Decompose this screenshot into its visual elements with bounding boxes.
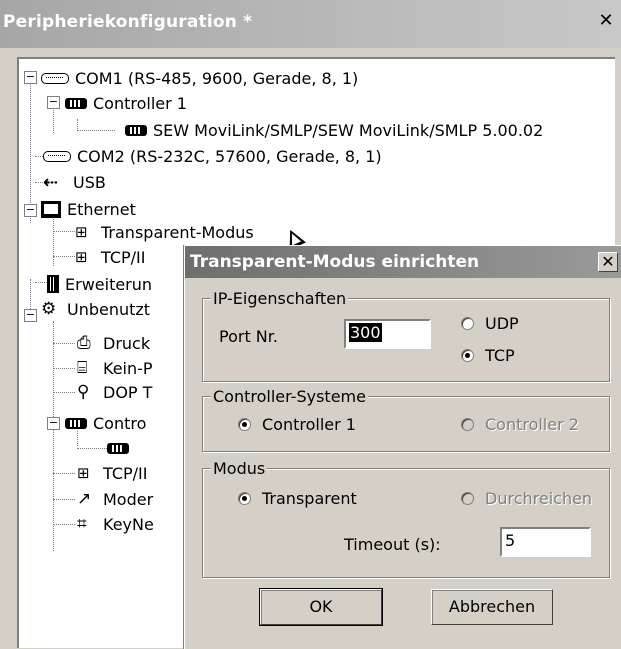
mode-group: Modus Transparent Durchreichen Timeout (…	[202, 459, 610, 578]
controller-icon	[107, 442, 129, 454]
tree-item-expansion[interactable]: Erweiterun	[47, 272, 152, 296]
window-titlebar: Peripheriekonfiguration * ✕	[0, 0, 621, 48]
controller-icon	[65, 417, 87, 429]
tree-item-controller1[interactable]: Controller 1	[65, 91, 187, 115]
tree-item-unused[interactable]: ⚙ Unbenutzt	[41, 297, 150, 321]
tree-item-label: SEW MoviLink/SMLP/SEW MoviLink/SMLP 5.00…	[153, 120, 544, 140]
controller2-radio-indicator	[461, 418, 474, 431]
tree-item-label: Contro	[93, 413, 147, 433]
transparent-mode-dialog: Transparent-Modus einrichten ✕ IP-Eigens…	[184, 245, 621, 649]
network-icon: ⊞	[75, 223, 88, 241]
passthrough-label: Durchreichen	[485, 489, 593, 508]
tree-expander-ethernet[interactable]: −	[24, 204, 37, 217]
transparent-label: Transparent	[262, 489, 357, 508]
port-label: Port Nr.	[219, 327, 278, 346]
tree-expander-controller1[interactable]: −	[47, 96, 60, 109]
ethernet-icon	[41, 200, 61, 218]
controller1-label: Controller 1	[262, 415, 356, 434]
tree-item-label: Unbenutzt	[67, 299, 151, 319]
tree-item-label: DOP T	[103, 382, 153, 402]
tree-item-printer[interactable]: ⎙ Druck	[77, 331, 150, 355]
keynet-icon: ⌗	[77, 514, 87, 534]
tree-item-tcpip[interactable]: ⊞ TCP/II	[75, 245, 145, 269]
tree-item-sew-movilink[interactable]: SEW MoviLink/SMLP/SEW MoviLink/SMLP 5.00…	[125, 118, 543, 142]
tree-expander-unused[interactable]: −	[24, 309, 37, 322]
tree-item-usb[interactable]: ⇠ USB	[43, 170, 106, 194]
udp-radio[interactable]: UDP	[461, 314, 519, 333]
usb-icon: ⇠	[43, 171, 59, 193]
printer-icon: ⎙	[77, 333, 91, 353]
port-value: 300	[349, 323, 382, 342]
tree-item-controller[interactable]: Contro	[65, 411, 146, 435]
tree-item-transparent-mode[interactable]: ⊞ Transparent-Modus	[75, 220, 254, 244]
timeout-label: Timeout (s):	[344, 535, 441, 554]
controller-systems-group: Controller-Systeme Controller 1 Controll…	[202, 387, 610, 452]
tree-item-modem[interactable]: ↗ Moder	[77, 487, 153, 511]
modem-icon: ↗	[77, 489, 92, 509]
expansion-icon	[47, 275, 59, 293]
network-icon: ⊞	[77, 464, 90, 482]
tree-item-com1[interactable]: COM1 (RS-485, 9600, Gerade, 8, 1)	[41, 66, 358, 90]
tree-item-label: Controller 1	[93, 93, 187, 113]
controller-icon	[65, 97, 87, 109]
ok-button[interactable]: OK	[259, 588, 383, 626]
controller-icon	[125, 124, 147, 136]
network-icon: ⊞	[75, 248, 88, 266]
tcp-radio[interactable]: TCP	[461, 346, 515, 365]
window-close-button[interactable]: ✕	[595, 10, 617, 32]
tree-item-com2[interactable]: COM2 (RS-232C, 57600, Gerade, 8, 1)	[43, 144, 382, 168]
tree-item-label: TCP/II	[101, 247, 146, 267]
tcp-label: TCP	[485, 346, 515, 365]
ip-properties-legend: IP-Eigenschaften	[211, 289, 349, 308]
tcp-radio-indicator	[461, 349, 474, 362]
serial-port-icon	[43, 150, 71, 162]
mode-legend: Modus	[211, 459, 268, 478]
tree-item-label: Ethernet	[67, 199, 136, 219]
peripheral-configuration-window: Peripheriekonfiguration * ✕ − − − − − CO…	[0, 0, 621, 649]
transparent-radio[interactable]: Transparent	[238, 489, 357, 508]
tree-item-label: Kein-P	[103, 358, 153, 378]
tree-item-label: KeyNe	[103, 514, 154, 534]
dialog-titlebar: Transparent-Modus einrichten ✕	[185, 246, 621, 278]
udp-label: UDP	[485, 314, 519, 333]
no-printer-icon: ⌸	[77, 358, 88, 378]
tree-item-label: Moder	[103, 489, 154, 509]
tree-item-dop-tool[interactable]: ⚲ DOP T	[77, 380, 152, 404]
controller1-radio[interactable]: Controller 1	[238, 415, 356, 434]
tree-item-label: TCP/II	[103, 463, 148, 483]
controller2-label: Controller 2	[485, 415, 579, 434]
controller-systems-legend: Controller-Systeme	[211, 387, 368, 406]
tool-icon: ⚲	[77, 382, 90, 402]
tree-expander-controller[interactable]: −	[47, 417, 60, 430]
dialog-title: Transparent-Modus einrichten	[190, 252, 480, 272]
serial-port-icon	[41, 72, 69, 84]
controller2-radio[interactable]: Controller 2	[461, 415, 579, 434]
passthrough-radio-indicator	[461, 492, 474, 505]
tree-item-label: Transparent-Modus	[101, 222, 254, 242]
udp-radio-indicator	[461, 317, 474, 330]
transparent-radio-indicator	[238, 492, 251, 505]
timeout-value: 5	[505, 531, 516, 550]
unused-icon: ⚙	[41, 299, 57, 319]
cancel-button[interactable]: Abbrechen	[431, 589, 553, 625]
ip-properties-group: IP-Eigenschaften Port Nr. 300 UDP TCP	[202, 289, 610, 382]
tree-item-ethernet[interactable]: Ethernet	[41, 197, 136, 221]
controller1-radio-indicator	[238, 418, 251, 431]
window-title: Peripheriekonfiguration *	[3, 12, 253, 32]
tree-item-label: COM1 (RS-485, 9600, Gerade, 8, 1)	[75, 68, 359, 88]
passthrough-radio[interactable]: Durchreichen	[461, 489, 592, 508]
dialog-close-button[interactable]: ✕	[598, 252, 618, 272]
tree-item-label: Erweiterun	[65, 274, 153, 294]
tree-item-keynet[interactable]: ⌗ KeyNe	[77, 512, 154, 536]
tree-item-controller-child[interactable]	[107, 436, 135, 460]
tree-expander-com1[interactable]: −	[24, 71, 37, 84]
tree-item-label: COM2 (RS-232C, 57600, Gerade, 8, 1)	[77, 146, 382, 166]
port-input[interactable]: 300	[344, 319, 431, 349]
tree-item-no-printer[interactable]: ⌸ Kein-P	[77, 356, 153, 380]
tree-item-label: Druck	[103, 333, 151, 353]
tree-item-tcpip-2[interactable]: ⊞ TCP/II	[77, 461, 147, 485]
tree-item-label: USB	[73, 172, 106, 192]
timeout-input[interactable]: 5	[500, 527, 591, 557]
